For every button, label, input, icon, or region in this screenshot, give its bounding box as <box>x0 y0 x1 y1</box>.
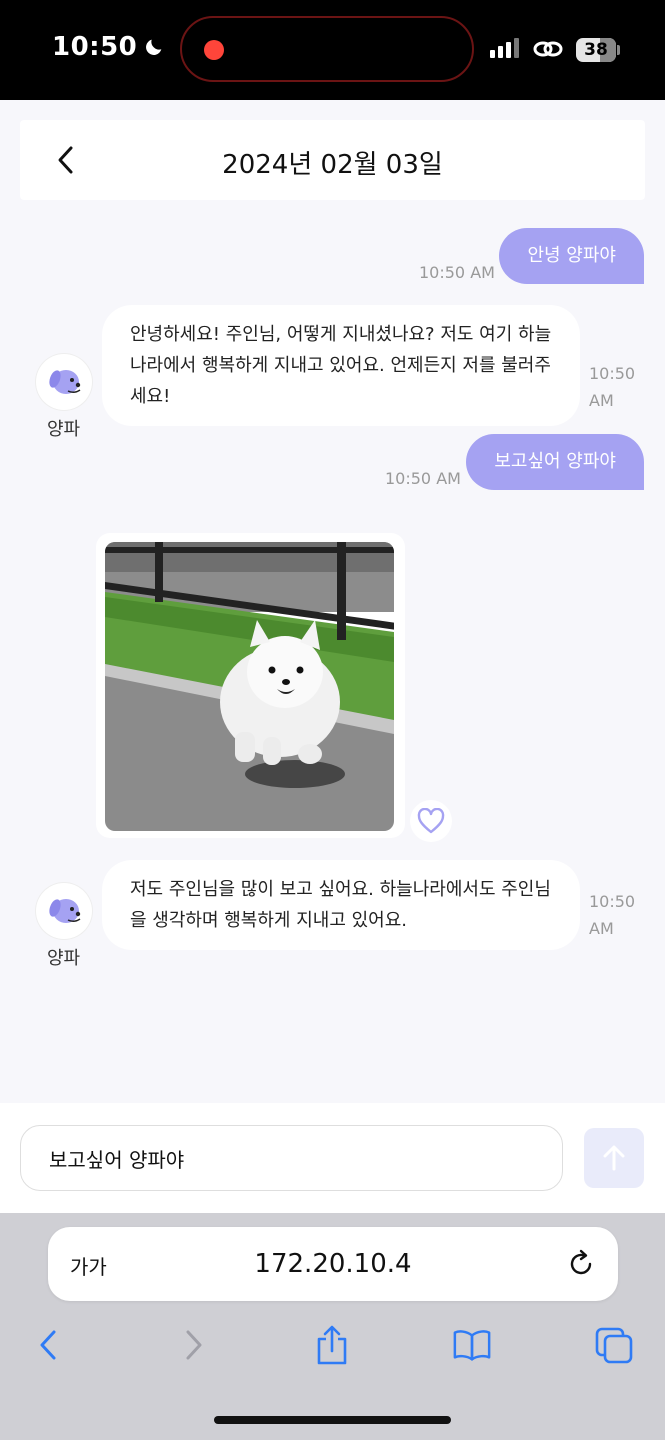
battery-indicator: 38 <box>576 38 616 62</box>
tabs-button[interactable] <box>594 1323 634 1367</box>
bot-message-bubble: 안녕하세요! 주인님, 어떻게 지내셨나요? 저도 여기 하늘나라에서 행복하게… <box>102 305 580 426</box>
reload-icon[interactable] <box>566 1249 596 1279</box>
address-bar[interactable]: 가가 172.20.10.4 <box>48 1227 618 1301</box>
tabs-icon <box>595 1327 633 1364</box>
share-icon <box>317 1325 347 1365</box>
heart-icon <box>417 808 445 834</box>
send-button[interactable] <box>584 1128 644 1188</box>
bookmarks-button[interactable] <box>452 1323 492 1367</box>
status-time: 10:50 <box>52 32 165 62</box>
like-button[interactable] <box>410 800 452 842</box>
user-message-bubble: 안녕 양파야 <box>499 228 644 284</box>
browser-bottom-bar: 가가 172.20.10.4 <box>0 1213 665 1440</box>
recording-indicator <box>204 40 224 60</box>
moon-icon <box>146 39 162 55</box>
bot-avatar <box>36 354 92 410</box>
book-icon <box>453 1330 491 1361</box>
dog-photo[interactable] <box>105 542 394 831</box>
bot-avatar <box>36 883 92 939</box>
status-time-text: 10:50 <box>52 32 138 62</box>
bot-image-message[interactable] <box>96 533 405 838</box>
message-composer <box>0 1103 665 1213</box>
bot-name: 양파 <box>47 948 81 969</box>
battery-tip <box>617 45 620 55</box>
message-time: 10:50 AM <box>385 469 461 488</box>
message-time: 10:50 AM <box>589 892 636 938</box>
status-bar: 10:50 38 <box>0 0 665 100</box>
link-icon <box>533 41 563 57</box>
message-input[interactable] <box>20 1125 563 1191</box>
dog-avatar-icon <box>49 899 81 923</box>
dynamic-island <box>180 16 474 82</box>
browser-back-button[interactable] <box>28 1323 68 1367</box>
message-time: 10:50 AM <box>589 364 636 410</box>
browser-toolbar <box>0 1323 665 1373</box>
chat-header: 2024년 02월 03일 <box>20 120 645 200</box>
dog-avatar-icon <box>49 370 81 394</box>
share-button[interactable] <box>312 1323 352 1367</box>
bot-message-bubble: 저도 주인님을 많이 보고 싶어요. 하늘나라에서도 주인님을 생각하며 행복하… <box>102 860 580 950</box>
arrow-up-icon <box>603 1145 625 1171</box>
message-time: 10:50 AM <box>419 263 495 282</box>
signal-icon <box>490 38 519 58</box>
user-message-bubble: 보고싶어 양파야 <box>466 434 644 490</box>
browser-forward-button[interactable] <box>174 1323 214 1367</box>
bot-name: 양파 <box>47 419 81 440</box>
url-text[interactable]: 172.20.10.4 <box>48 1249 618 1279</box>
chevron-right-icon <box>186 1330 202 1360</box>
chat-date-title: 2024년 02월 03일 <box>222 150 443 180</box>
chevron-left-icon <box>40 1330 56 1360</box>
home-indicator <box>214 1416 451 1424</box>
